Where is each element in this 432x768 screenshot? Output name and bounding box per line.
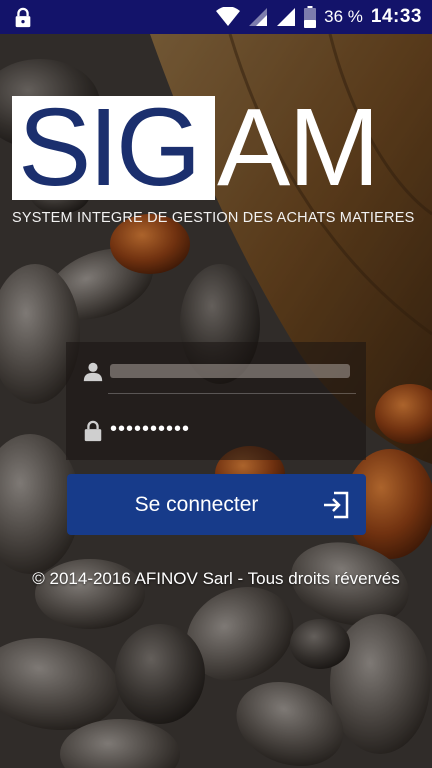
password-field[interactable]: •••••••••• bbox=[66, 402, 366, 460]
lock-icon bbox=[84, 420, 102, 442]
connect-button-label: Se connecter bbox=[134, 493, 259, 516]
connect-button[interactable]: Se connecter bbox=[67, 474, 366, 535]
wifi-icon bbox=[216, 7, 241, 26]
username-field[interactable] bbox=[66, 342, 366, 400]
logo-subtitle: SYSTEM INTEGRE DE GESTION DES ACHATS MAT… bbox=[12, 210, 415, 226]
user-icon bbox=[83, 362, 103, 382]
copyright-text: © 2014-2016 AFINOV Sarl - Tous droits ré… bbox=[32, 569, 400, 588]
username-value bbox=[110, 364, 350, 378]
status-right: 36 % 14:33 bbox=[216, 0, 422, 34]
signal-icon bbox=[277, 8, 296, 26]
lock-icon bbox=[15, 7, 31, 28]
status-bar: 36 % 14:33 bbox=[0, 0, 432, 34]
battery-icon bbox=[304, 6, 317, 28]
logo-am-text: AM bbox=[217, 86, 380, 209]
clock: 14:33 bbox=[370, 6, 422, 27]
username-underline bbox=[108, 393, 356, 394]
login-screen: 36 % 14:33 SIG AM SYSTEM INTEGRE DE GEST… bbox=[0, 0, 432, 768]
sign-in-icon bbox=[324, 491, 349, 519]
app-logo: SIG AM SYSTEM INTEGRE DE GESTION DES ACH… bbox=[12, 88, 420, 236]
login-form: •••••••••• bbox=[66, 342, 366, 460]
signal-icon bbox=[249, 8, 268, 26]
logo-sig-text: SIG bbox=[18, 86, 201, 209]
password-value: •••••••••• bbox=[110, 418, 191, 440]
battery-percent: 36 % bbox=[324, 7, 363, 26]
